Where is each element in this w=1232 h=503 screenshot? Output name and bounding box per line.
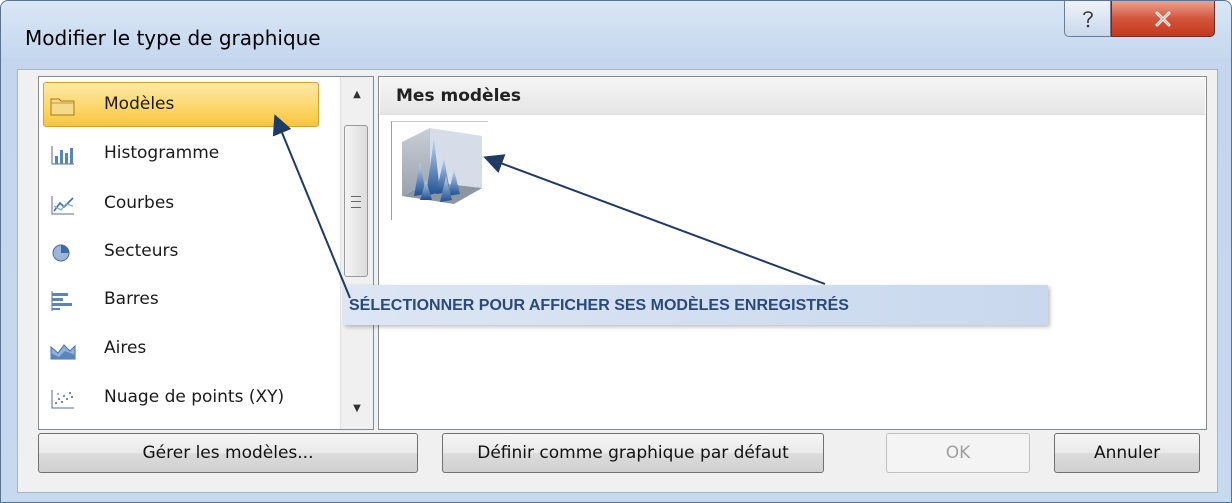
dialog-window: Modifier le type de graphique Modèles Hi…: [0, 0, 1232, 503]
dialog-client-area: Modèles Histogramme Courbes Secteurs Bar…: [17, 69, 1218, 493]
line-chart-icon: [51, 196, 74, 215]
surface-3d-chart-icon: [402, 128, 482, 204]
list-item-courbes[interactable]: Courbes: [43, 181, 319, 226]
annotation-text: SÉLECTIONNER POUR AFFICHER SES MODÈLES E…: [349, 297, 849, 314]
scatter-chart-icon: [51, 390, 74, 409]
list-item-label: Aires: [104, 338, 147, 358]
help-icon: [1082, 10, 1093, 27]
manage-templates-button[interactable]: Gérer les modèles...: [38, 433, 418, 473]
template-thumbnail[interactable]: [391, 121, 488, 220]
templates-panel: Mes modèles: [378, 76, 1207, 430]
set-default-chart-button[interactable]: Définir comme graphique par défaut: [442, 433, 824, 473]
list-item-label: Histogramme: [104, 143, 220, 163]
list-item-nuage-de-points[interactable]: Nuage de points (XY): [43, 375, 319, 420]
list-scrollbar[interactable]: ▲ ▼: [340, 77, 373, 429]
list-item-label: Courbes: [104, 193, 175, 213]
title-bar[interactable]: Modifier le type de graphique: [1, 1, 1231, 71]
list-item-label: Secteurs: [104, 241, 179, 261]
column-chart-icon: [51, 146, 74, 165]
list-item-aires[interactable]: Aires: [43, 326, 319, 371]
scroll-up-arrow[interactable]: ▲: [345, 83, 369, 105]
scroll-down-arrow[interactable]: ▼: [345, 397, 369, 419]
list-item-modeles[interactable]: Modèles: [43, 82, 319, 127]
help-button[interactable]: [1064, 1, 1111, 37]
manage-templates-label: Gérer les modèles...: [142, 443, 314, 463]
list-item-secteurs[interactable]: Secteurs: [43, 229, 319, 274]
window-title: Modifier le type de graphique: [25, 26, 321, 50]
chart-type-list: Modèles Histogramme Courbes Secteurs Bar…: [38, 76, 374, 430]
area-chart-icon: [50, 344, 76, 360]
folder-icon: [50, 98, 75, 116]
bar-chart-icon: [51, 291, 72, 311]
list-item-label: Barres: [104, 289, 159, 309]
set-default-chart-label: Définir comme graphique par défaut: [477, 443, 789, 463]
ok-label: OK: [945, 443, 971, 463]
list-item-histogramme[interactable]: Histogramme: [43, 131, 319, 176]
ok-button[interactable]: OK: [886, 433, 1030, 473]
cancel-label: Annuler: [1093, 443, 1161, 463]
templates-section-title: Mes modèles: [396, 86, 522, 106]
templates-header: Mes modèles: [380, 78, 1205, 115]
pie-chart-icon: [52, 244, 70, 262]
list-item-barres[interactable]: Barres: [43, 277, 319, 322]
scrollbar-thumb[interactable]: [344, 125, 368, 277]
list-item-label: Nuage de points (XY): [104, 387, 285, 407]
list-item-label: Modèles: [104, 94, 175, 114]
cancel-button[interactable]: Annuler: [1054, 433, 1200, 473]
close-icon: [1155, 11, 1171, 26]
annotation-callout: SÉLECTIONNER POUR AFFICHER SES MODÈLES E…: [343, 285, 1048, 325]
close-button[interactable]: [1111, 1, 1215, 37]
